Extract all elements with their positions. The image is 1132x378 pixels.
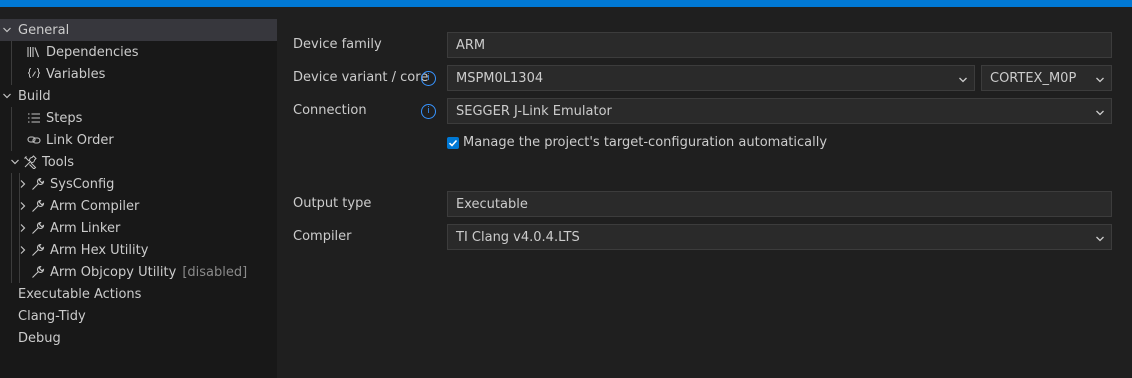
sidebar-item-general[interactable]: General: [0, 19, 277, 41]
device-variant-value: MSPM0L1304: [456, 70, 544, 86]
sidebar-item-label: Arm Hex Utility: [50, 242, 149, 258]
sidebar-item-label: Dependencies: [46, 44, 139, 60]
compiler-label: Compiler: [293, 229, 352, 244]
chevron-right-icon[interactable]: [16, 179, 30, 189]
chevron-down-icon[interactable]: [8, 157, 22, 167]
chevron-down-icon[interactable]: [0, 25, 14, 35]
sidebar-item-link-order[interactable]: Link Order: [0, 129, 277, 151]
window-top-accent-bar: [0, 0, 1132, 7]
sidebar-item-dependencies[interactable]: Dependencies: [0, 41, 277, 63]
connection-label: Connection: [293, 103, 367, 118]
info-icon[interactable]: i: [421, 71, 436, 86]
sidebar-item-arm-compiler[interactable]: Arm Compiler: [0, 195, 277, 217]
checkmark-icon: [448, 139, 458, 147]
chevron-right-icon[interactable]: [16, 245, 30, 255]
device-variant-label: Device variant / core: [293, 70, 429, 85]
wrench-icon: [30, 220, 46, 236]
sidebar-item-label: Arm Linker: [50, 220, 121, 236]
sidebar-item-build[interactable]: Build: [0, 85, 277, 107]
sidebar-item-label: SysConfig: [50, 176, 115, 192]
chevron-down-icon: [1095, 74, 1105, 84]
tools-icon: [22, 154, 38, 170]
manage-config-checkbox[interactable]: [447, 137, 459, 149]
sidebar-item-label: Link Order: [46, 132, 114, 148]
compiler-value: TI Clang v4.0.4.LTS: [456, 229, 580, 245]
device-family-field[interactable]: ARM: [447, 32, 1112, 58]
sidebar-item-steps[interactable]: Steps: [0, 107, 277, 129]
wrench-icon: [30, 198, 46, 214]
wrench-icon: [30, 264, 46, 280]
sidebar-item-clang-tidy[interactable]: Clang-Tidy: [0, 305, 277, 327]
disabled-tag: [disabled]: [182, 264, 248, 280]
sidebar-item-label: Debug: [18, 330, 61, 346]
variable-icon: [26, 66, 42, 82]
compiler-select[interactable]: TI Clang v4.0.4.LTS: [447, 224, 1112, 250]
sidebar-item-arm-objcopy-utility[interactable]: Arm Objcopy Utility [disabled]: [0, 261, 277, 283]
sidebar-item-label: Arm Objcopy Utility: [50, 264, 177, 280]
chevron-down-icon: [1095, 107, 1105, 117]
link-icon: [26, 132, 42, 148]
wrench-icon: [30, 242, 46, 258]
info-icon[interactable]: i: [421, 104, 436, 119]
connection-value: SEGGER J-Link Emulator: [456, 103, 612, 119]
connection-select[interactable]: SEGGER J-Link Emulator: [447, 98, 1112, 124]
chevron-down-icon: [1095, 233, 1105, 243]
chevron-down-icon[interactable]: [0, 91, 14, 101]
sidebar-item-tools[interactable]: Tools: [0, 151, 277, 173]
wrench-icon: [30, 176, 46, 192]
device-family-label: Device family: [293, 37, 382, 52]
settings-sidebar: General Dependencies Variables Build Ste…: [0, 19, 277, 378]
chevron-right-icon[interactable]: [16, 201, 30, 211]
sidebar-item-arm-hex-utility[interactable]: Arm Hex Utility: [0, 239, 277, 261]
sidebar-item-label: Executable Actions: [18, 286, 142, 302]
sidebar-item-label: Build: [18, 88, 51, 104]
sidebar-item-label: Variables: [46, 66, 106, 82]
chevron-right-icon[interactable]: [16, 223, 30, 233]
library-icon: [26, 44, 42, 60]
sidebar-item-variables[interactable]: Variables: [0, 63, 277, 85]
list-icon: [26, 110, 42, 126]
output-type-label: Output type: [293, 196, 372, 211]
sidebar-item-label: Steps: [46, 110, 83, 126]
sidebar-item-debug[interactable]: Debug: [0, 327, 277, 349]
sidebar-item-label: Arm Compiler: [50, 198, 140, 214]
chevron-down-icon: [958, 74, 968, 84]
sidebar-item-label: Tools: [42, 154, 75, 170]
sidebar-item-label: Clang-Tidy: [18, 308, 86, 324]
sidebar-item-sysconfig[interactable]: SysConfig: [0, 173, 277, 195]
core-value: CORTEX_M0P: [990, 70, 1077, 86]
sidebar-item-arm-linker[interactable]: Arm Linker: [0, 217, 277, 239]
sidebar-item-label: General: [18, 22, 70, 38]
device-variant-select[interactable]: MSPM0L1304: [447, 65, 975, 91]
output-type-field[interactable]: Executable: [447, 191, 1112, 217]
manage-config-label[interactable]: Manage the project's target-configuratio…: [463, 135, 827, 150]
core-select[interactable]: CORTEX_M0P: [981, 65, 1112, 91]
sidebar-item-executable-actions[interactable]: Executable Actions: [0, 283, 277, 305]
